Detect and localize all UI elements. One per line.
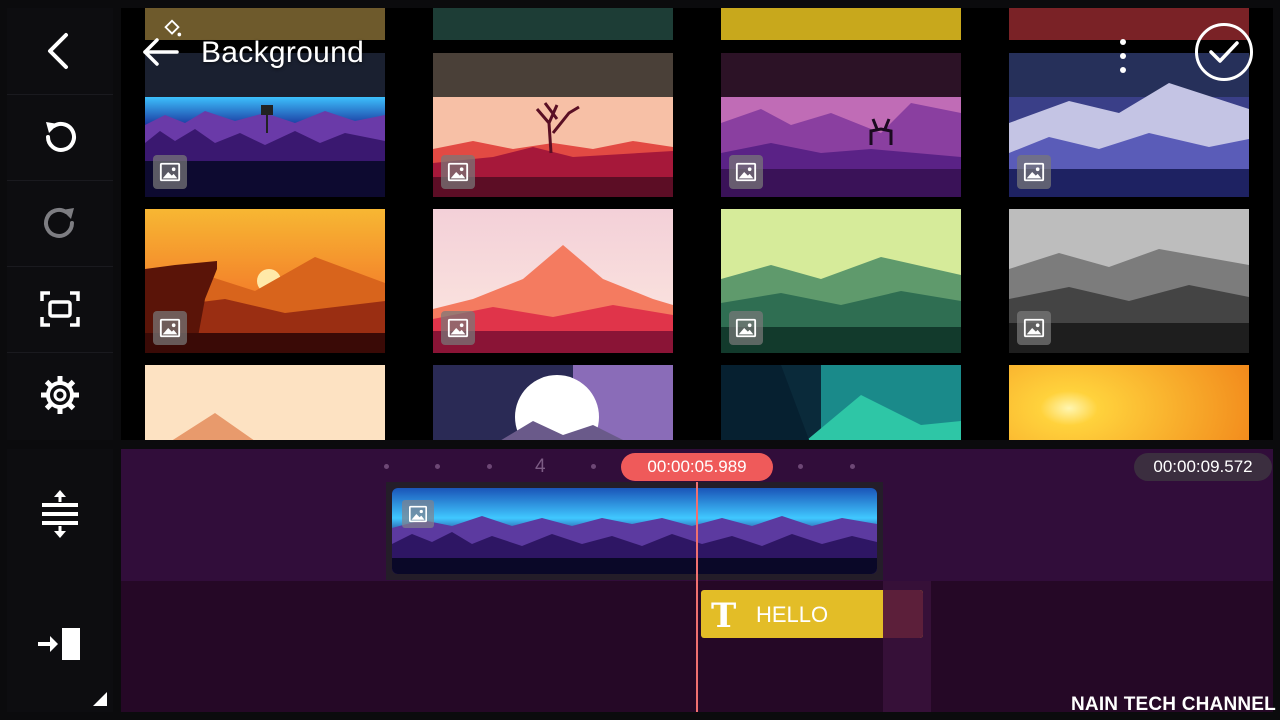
background-thumbnail[interactable]	[433, 53, 673, 197]
channel-watermark: NAIN TECH CHANNEL	[1070, 694, 1276, 715]
video-clip-container	[386, 482, 883, 580]
text-clip[interactable]: T HELLO	[701, 590, 923, 638]
background-thumbnail[interactable]	[145, 53, 385, 197]
settings-gear-icon	[41, 376, 79, 414]
image-icon	[1017, 311, 1051, 345]
background-thumbnail[interactable]	[721, 53, 961, 197]
ruler-tick	[850, 464, 855, 469]
image-icon	[441, 155, 475, 189]
back-button[interactable]	[7, 8, 113, 95]
confirm-button[interactable]	[1195, 23, 1253, 81]
settings-button[interactable]	[7, 352, 113, 438]
track-height-button[interactable]	[7, 449, 113, 579]
undo-button[interactable]	[7, 94, 113, 181]
text-type-icon: T	[711, 596, 737, 636]
back-chevron-icon	[48, 33, 68, 69]
timeline[interactable]: 4 T HELLO 00:00:05.989 00:00:09.572	[121, 449, 1273, 712]
image-icon	[153, 155, 187, 189]
jump-to-end-icon	[38, 628, 80, 660]
track-height-icon	[42, 490, 78, 538]
left-toolbar	[7, 8, 113, 440]
ruler-tick	[487, 464, 492, 469]
ruler-number: 4	[535, 456, 546, 477]
back-arrow-icon[interactable]	[141, 34, 181, 70]
background-thumbnail[interactable]	[721, 209, 961, 353]
redo-icon	[44, 208, 74, 238]
background-thumbnail[interactable]	[433, 209, 673, 353]
timeline-toolbar	[7, 449, 113, 712]
page-title: Background	[201, 36, 365, 69]
background-grid	[121, 8, 1273, 440]
image-icon	[1017, 155, 1051, 189]
ruler-tick	[435, 464, 440, 469]
image-icon	[729, 155, 763, 189]
ruler-tick	[798, 464, 803, 469]
image-icon	[729, 311, 763, 345]
background-thumbnail[interactable]	[433, 8, 673, 40]
redo-button[interactable]	[7, 180, 113, 267]
more-options-icon[interactable]	[1111, 36, 1135, 76]
background-thumbnail[interactable]	[145, 209, 385, 353]
background-thumbnail[interactable]	[1009, 365, 1249, 440]
playhead[interactable]	[696, 482, 698, 712]
image-icon	[153, 311, 187, 345]
text-clip-label: HELLO	[756, 602, 829, 627]
video-clip[interactable]	[392, 488, 877, 574]
fullscreen-button[interactable]	[7, 266, 113, 353]
background-thumbnail[interactable]	[145, 365, 385, 440]
total-duration: 00:00:09.572	[1134, 453, 1272, 481]
fullscreen-icon	[40, 291, 80, 327]
image-icon	[402, 500, 434, 528]
background-thumbnail[interactable]	[433, 365, 673, 440]
jump-to-end-button[interactable]	[7, 579, 113, 709]
background-thumbnail[interactable]	[721, 365, 961, 440]
checkmark-icon	[1209, 41, 1239, 63]
image-icon	[441, 311, 475, 345]
current-time: 00:00:05.989	[621, 453, 773, 481]
ruler-tick	[591, 464, 596, 469]
background-thumbnail[interactable]	[721, 8, 961, 40]
undo-icon	[46, 122, 76, 152]
background-thumbnail[interactable]	[1009, 209, 1249, 353]
text-clip-tail	[883, 590, 923, 638]
ruler-tick	[384, 464, 389, 469]
resize-corner-icon	[93, 692, 107, 706]
